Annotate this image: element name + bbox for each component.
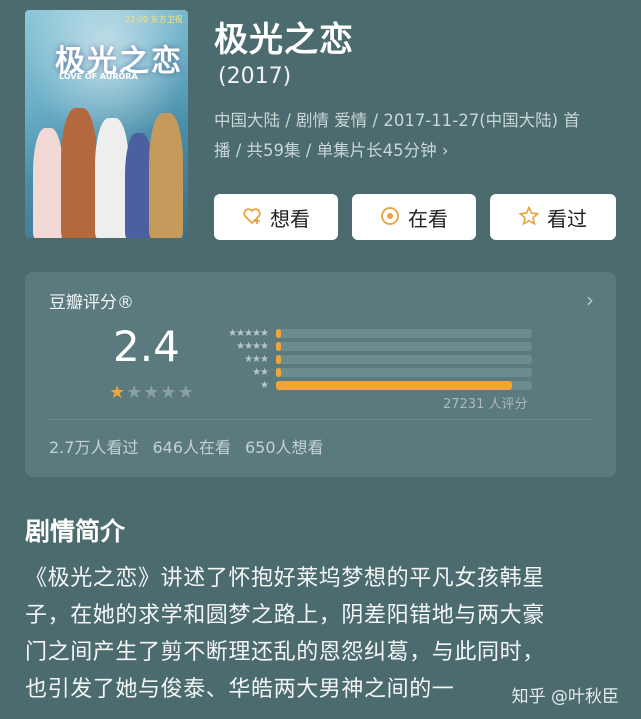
- meta-line: 播 / 共59集 / 单集片长45分钟 ›: [214, 141, 449, 160]
- distribution-track: [276, 368, 532, 377]
- rating-stars: ★★★★★: [109, 382, 195, 403]
- star-empty-icon: ★: [143, 382, 161, 403]
- four-star-label-icon: ★★★★: [236, 341, 269, 352]
- distribution-track: [276, 342, 532, 351]
- distribution-fill: [276, 329, 282, 338]
- divider: [49, 419, 592, 420]
- poster-figure: [61, 108, 97, 238]
- distribution-row-2: ★★: [210, 366, 532, 379]
- rating-heading: 豆瓣评分®: [49, 293, 134, 313]
- want-count[interactable]: 650人想看: [245, 438, 324, 457]
- distribution-row-4: ★★★★: [210, 340, 532, 353]
- distribution-track: [276, 355, 532, 364]
- target-icon: [380, 206, 400, 229]
- synopsis-heading: 剧情简介: [25, 517, 126, 546]
- distribution-fill: [276, 381, 512, 390]
- poster-figure: [149, 113, 183, 238]
- watched-label: 看过: [547, 206, 587, 231]
- poster-top-text: 22:00 东方卫视: [125, 15, 183, 24]
- watermark: 知乎 @叶秋臣: [511, 687, 619, 707]
- meta-line: 中国大陆 / 剧情 爱情 / 2017-11-27(中国大陆) 首: [214, 111, 580, 130]
- distribution-row-3: ★★★: [210, 353, 532, 366]
- star-empty-icon: ★: [126, 382, 144, 403]
- want-to-watch-button[interactable]: 想看: [214, 194, 338, 240]
- want-label: 想看: [270, 206, 310, 231]
- rating-score: 2.4: [113, 322, 180, 371]
- three-star-label-icon: ★★★: [244, 354, 269, 365]
- watched-count[interactable]: 2.7万人看过: [49, 438, 138, 457]
- star-filled-icon: ★: [109, 382, 127, 403]
- release-year: (2017): [218, 64, 292, 89]
- synopsis-line: 门之间产生了剪不断理还乱的恩怨纠葛，与此同时，: [25, 640, 545, 665]
- poster-image[interactable]: 22:00 东方卫视 极光之恋 LOVE OF AURORA: [25, 10, 188, 238]
- one-star-label-icon: ★: [260, 380, 269, 391]
- distribution-row-5: ★★★★★: [210, 327, 532, 340]
- distribution-track: [276, 329, 532, 338]
- star-outline-icon: [518, 205, 540, 229]
- watching-count[interactable]: 646人在看: [152, 438, 231, 457]
- poster-figure: [33, 128, 63, 238]
- rating-card[interactable]: 豆瓣评分® › 2.4 ★★★★★ ★★★★★ ★★★★ ★★★ ★★ ★ 27…: [25, 272, 616, 477]
- watching-label: 在看: [408, 206, 448, 231]
- distribution-fill: [276, 368, 282, 377]
- five-star-label-icon: ★★★★★: [228, 328, 269, 339]
- watched-button[interactable]: 看过: [490, 194, 616, 240]
- two-star-label-icon: ★★: [252, 367, 269, 378]
- star-empty-icon: ★: [160, 382, 178, 403]
- poster-figure: [95, 118, 129, 238]
- page-title: 极光之恋: [214, 20, 354, 60]
- chevron-right-icon[interactable]: ›: [586, 288, 594, 312]
- show-meta[interactable]: 中国大陆 / 剧情 爱情 / 2017-11-27(中国大陆) 首 播 / 共5…: [214, 106, 614, 166]
- distribution-fill: [276, 355, 282, 364]
- poster-subtitle: LOVE OF AURORA: [59, 72, 138, 81]
- distribution-row-1: ★: [210, 379, 532, 392]
- distribution-track: [276, 381, 532, 390]
- heart-plus-icon: [242, 206, 262, 229]
- star-empty-icon: ★: [177, 382, 195, 403]
- rating-count: 27231 人评分: [443, 397, 528, 412]
- synopsis-line: 子，在她的求学和圆梦之路上，阴差阳错地与两大豪: [25, 603, 545, 628]
- watching-button[interactable]: 在看: [352, 194, 476, 240]
- audience-stats: 2.7万人看过 646人在看 650人想看: [49, 434, 338, 458]
- distribution-fill: [276, 342, 282, 351]
- synopsis-line: 《极光之恋》讲述了怀抱好莱坞梦想的平凡女孩韩星: [25, 566, 545, 591]
